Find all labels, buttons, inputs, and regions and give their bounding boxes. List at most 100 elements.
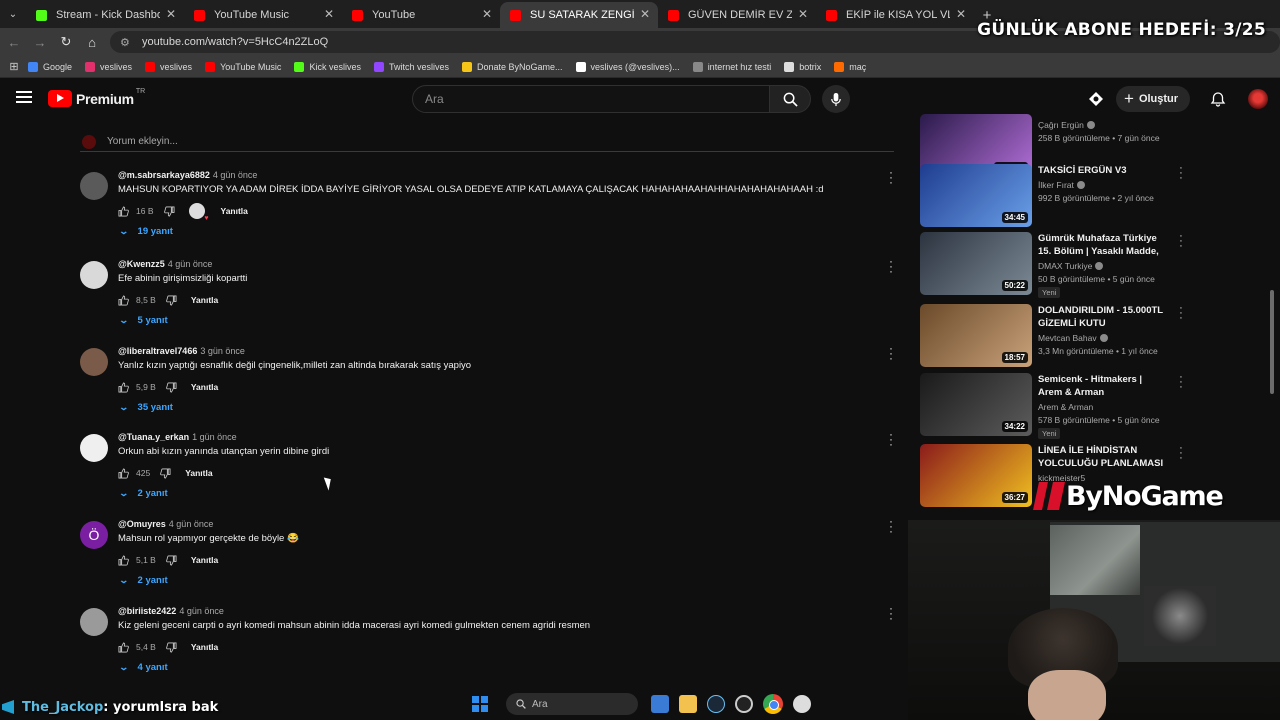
video-title[interactable]: TAKSİCİ ERGÜN V3 (1038, 164, 1168, 177)
reply-button[interactable]: Yanıtla (191, 382, 218, 392)
video-more-icon[interactable]: · · · (1178, 231, 1184, 252)
bookmark-item[interactable]: Twitch veslives (373, 61, 449, 72)
page-scrollbar[interactable] (1270, 290, 1274, 394)
comment-author[interactable]: @Kwenzz5 (118, 259, 165, 269)
dislike-icon[interactable] (160, 468, 171, 479)
tab-search-button[interactable]: ⌄ (0, 0, 26, 28)
comment-more-icon[interactable]: · · · (888, 342, 894, 364)
bookmark-item[interactable]: veslives (145, 61, 192, 72)
video-channel[interactable]: DMAX Turkiye (1038, 261, 1104, 271)
comment-time[interactable]: 4 gün önce (179, 606, 224, 616)
comment-time[interactable]: 4 gün önce (213, 170, 258, 180)
video-thumbnail[interactable]: 50:22 (920, 232, 1032, 295)
like-icon[interactable] (118, 642, 129, 653)
comment-more-icon[interactable]: · · · (888, 428, 894, 450)
video-thumbnail[interactable]: 34:22 (920, 373, 1032, 436)
comment-more-icon[interactable]: · · · (888, 602, 894, 624)
obs-icon[interactable] (735, 695, 753, 713)
browser-tab[interactable]: YouTube ✕ (342, 2, 500, 28)
recommended-video[interactable]: 34:45 TAKSİCİ ERGÜN V3 İlker Fırat 992 B gö… (920, 163, 1190, 228)
video-title[interactable]: Gümrük Muhafaza Türkiye 15. Bölüm | Yasa… (1038, 232, 1168, 258)
reply-button[interactable]: Yanıtla (191, 295, 218, 305)
add-comment-field[interactable]: Yorum ekleyin... (80, 132, 894, 152)
video-title[interactable]: DOLANDIRILDIM - 15.000TL GİZEMLİ KUTU (1038, 304, 1168, 330)
like-icon[interactable] (118, 382, 129, 393)
account-avatar[interactable] (1248, 89, 1269, 109)
video-more-icon[interactable]: · · · (1178, 443, 1184, 464)
browser-tab[interactable]: Stream - Kick Dashboard ✕ (26, 2, 184, 28)
browser-tab[interactable]: GÜVEN DEMİR EV ZİYARETİ - Yo ✕ (658, 2, 816, 28)
create-button[interactable]: + Oluştur (1116, 86, 1191, 112)
bookmark-item[interactable]: veslives (85, 61, 132, 72)
youtube-premium-logo[interactable]: Premium TR (48, 88, 145, 107)
like-icon[interactable] (118, 555, 129, 566)
browser-tab[interactable]: SU SATARAK ZENGİN OLMAK! - Y ✕ (500, 2, 658, 28)
close-tab-icon[interactable]: ✕ (956, 7, 966, 21)
taskbar-search[interactable]: Ara (506, 693, 638, 715)
reply-button[interactable]: Yanıtla (221, 206, 248, 216)
comment-more-icon[interactable]: · · · (888, 515, 894, 537)
browser-tab[interactable]: YouTube Music ✕ (184, 2, 342, 28)
show-replies-button[interactable]: ⌄ 2 yanıt (118, 488, 167, 499)
like-icon[interactable] (118, 468, 129, 479)
comment-avatar[interactable] (80, 261, 108, 289)
dislike-icon[interactable] (166, 555, 177, 566)
close-tab-icon[interactable]: ✕ (640, 7, 650, 21)
search-button[interactable] (769, 85, 811, 113)
notifications-bell-icon[interactable] (1210, 91, 1226, 107)
photos-app-icon[interactable] (651, 695, 669, 713)
video-more-icon[interactable]: · · · (1178, 303, 1184, 324)
video-channel[interactable]: İlker Fırat (1038, 180, 1085, 190)
comment-author[interactable]: @Tuana.y_erkan (118, 432, 189, 442)
comment-author[interactable]: @biriiste2422 (118, 606, 176, 616)
bookmark-item[interactable]: Donate ByNoGame... (461, 61, 563, 72)
show-replies-button[interactable]: ⌄ 19 yanıt (118, 226, 172, 237)
reload-button[interactable]: ↻ (54, 30, 78, 54)
reply-button[interactable]: Yanıtla (191, 642, 218, 652)
comment-author[interactable]: @m.sabrsarkaya6882 (118, 170, 210, 180)
apps-grid-icon[interactable]: ⊞ (0, 60, 28, 73)
close-tab-icon[interactable]: ✕ (166, 7, 176, 21)
bookmark-item[interactable]: maç (834, 61, 866, 72)
video-title[interactable]: LİNEA İLE HİNDİSTAN YOLCULUĞU PLANLAMASI… (1038, 444, 1168, 470)
comment-avatar[interactable]: Ö (80, 521, 108, 549)
like-icon[interactable] (118, 206, 129, 217)
video-channel[interactable]: Arem & Arman (1038, 402, 1093, 412)
comment-author[interactable]: @Omuyres (118, 519, 166, 529)
like-icon[interactable] (118, 295, 129, 306)
steam-icon[interactable] (707, 695, 725, 713)
show-replies-button[interactable]: ⌄ 4 yanıt (118, 662, 167, 673)
bookmark-item[interactable]: botrix (784, 61, 821, 72)
bookmark-item[interactable]: Kick veslives (294, 61, 361, 72)
video-channel[interactable]: Mevtcan Bahav (1038, 333, 1108, 343)
comment-avatar[interactable] (80, 172, 108, 200)
dislike-icon[interactable] (163, 206, 175, 217)
search-input[interactable]: Ara (412, 85, 770, 113)
video-thumbnail[interactable]: 36:27 (920, 444, 1032, 507)
bookmark-item[interactable]: Google (28, 61, 72, 72)
file-explorer-icon[interactable] (679, 695, 697, 713)
comment-time[interactable]: 3 gün önce (200, 346, 245, 356)
reply-button[interactable]: Yanıtla (191, 555, 218, 565)
video-channel[interactable]: Çağrı Ergün (1038, 120, 1095, 130)
premium-badge-icon[interactable] (1088, 91, 1104, 107)
windows-start-icon[interactable] (472, 696, 488, 712)
comment-avatar[interactable] (80, 434, 108, 462)
recommended-video[interactable]: 18:57 DOLANDIRILDIM - 15.000TL GİZEMLİ KU… (920, 303, 1190, 368)
close-tab-icon[interactable]: ✕ (798, 7, 808, 21)
dislike-icon[interactable] (166, 382, 177, 393)
forward-button[interactable]: → (28, 30, 52, 54)
comment-avatar[interactable] (80, 608, 108, 636)
video-more-icon[interactable]: · · · (1178, 372, 1184, 393)
show-replies-button[interactable]: ⌄ 2 yanıt (118, 575, 167, 586)
video-thumbnail[interactable]: 18:57 (920, 304, 1032, 367)
close-tab-icon[interactable]: ✕ (482, 7, 492, 21)
browser-tab[interactable]: EKİP ile KISA YOL VLOG - Tutuk ✕ (816, 2, 974, 28)
home-button[interactable]: ⌂ (80, 30, 104, 54)
show-replies-button[interactable]: ⌄ 35 yanıt (118, 402, 172, 413)
recommended-video[interactable]: 50:22 Gümrük Muhafaza Türkiye 15. Bölüm |… (920, 231, 1190, 298)
comment-more-icon[interactable]: · · · (888, 166, 894, 188)
video-more-icon[interactable]: · · · (1178, 163, 1184, 184)
voice-search-button[interactable] (822, 85, 850, 113)
bookmark-item[interactable]: YouTube Music (205, 61, 281, 72)
